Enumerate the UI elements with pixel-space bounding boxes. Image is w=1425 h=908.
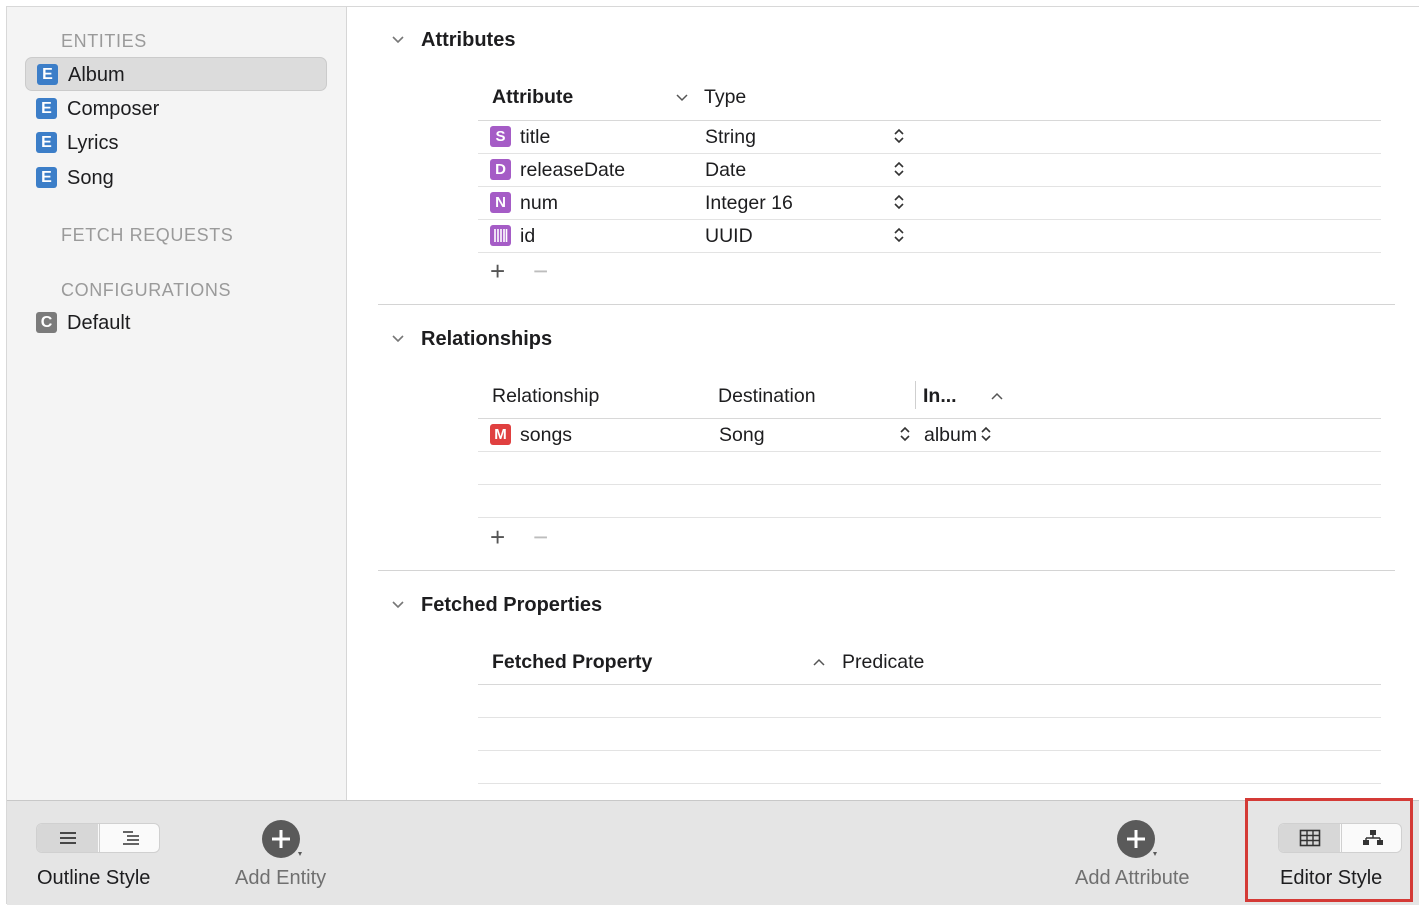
add-relationship-plus-button[interactable]: + — [490, 522, 505, 553]
add-entity-button[interactable] — [259, 819, 307, 861]
predicate-column-header[interactable]: Predicate — [842, 651, 924, 674]
attributes-section-title: Attributes — [421, 29, 516, 51]
add-attribute-button[interactable] — [1114, 819, 1162, 861]
relationship-destination[interactable]: Song — [719, 424, 765, 447]
sidebar-item-label: Composer — [67, 98, 160, 120]
chevron-down-icon[interactable] — [391, 598, 405, 612]
configurations-header: CONFIGURATIONS — [61, 280, 232, 300]
sidebar-item-song[interactable]: E Song — [25, 161, 327, 195]
attribute-type[interactable]: Date — [705, 159, 746, 182]
chevron-up-down-icon[interactable] — [893, 226, 905, 244]
attribute-type[interactable]: String — [705, 126, 756, 149]
table-row[interactable]: D releaseDate Date — [478, 154, 1381, 187]
relationship-name[interactable]: songs — [520, 424, 572, 447]
entity-badge-icon: E — [36, 167, 57, 188]
sidebar-item-label: Song — [67, 167, 114, 189]
indented-list-icon — [122, 831, 139, 845]
remove-relationship-minus-button[interactable]: − — [533, 522, 548, 553]
attribute-name[interactable]: id — [520, 225, 535, 248]
fetch-requests-header: FETCH REQUESTS — [61, 225, 234, 245]
sidebar-item-label: Lyrics — [67, 132, 119, 154]
add-entity-label: Add Entity — [235, 867, 327, 889]
chevron-up-down-icon[interactable] — [980, 425, 992, 443]
string-type-icon: S — [490, 126, 511, 147]
sidebar-item-label: Default — [67, 312, 131, 334]
attribute-type[interactable]: UUID — [705, 225, 753, 248]
entity-badge-icon: E — [36, 98, 57, 119]
relationship-inverse[interactable]: album — [924, 424, 976, 447]
bottom-toolbar: Outline Style Add Entity Add Attribute E… — [7, 800, 1419, 905]
attribute-type[interactable]: Integer 16 — [705, 192, 793, 215]
editor-style-highlight-box — [1245, 798, 1413, 902]
number-type-icon: N — [490, 192, 511, 213]
chevron-down-icon[interactable] — [391, 33, 405, 47]
table-row[interactable]: id UUID — [478, 220, 1381, 253]
table-row[interactable]: S title String — [478, 121, 1381, 154]
list-icon — [59, 832, 76, 844]
attribute-name[interactable]: num — [520, 192, 558, 215]
table-style-button[interactable] — [37, 824, 98, 852]
date-type-icon: D — [490, 159, 511, 180]
sort-ascending-icon — [991, 392, 1003, 400]
chevron-up-down-icon[interactable] — [893, 160, 905, 178]
remove-attribute-minus-button[interactable]: − — [533, 256, 548, 287]
inverse-column-header[interactable]: In... — [923, 385, 957, 408]
attribute-name[interactable]: title — [520, 126, 550, 149]
chevron-up-down-icon[interactable] — [899, 425, 911, 443]
chevron-up-down-icon[interactable] — [893, 127, 905, 145]
to-many-relationship-icon: M — [490, 424, 511, 445]
sidebar-item-lyrics[interactable]: E Lyrics — [25, 126, 327, 160]
destination-column-header[interactable]: Destination — [718, 385, 816, 408]
sidebar-item-composer[interactable]: E Composer — [25, 92, 327, 126]
barcode-icon — [490, 225, 511, 246]
add-attribute-label: Add Attribute — [1075, 867, 1190, 889]
sidebar-item-default[interactable]: C Default — [25, 306, 327, 340]
type-column-header[interactable]: Type — [704, 86, 746, 109]
hierarchy-style-button[interactable] — [99, 824, 159, 852]
relationships-section-title: Relationships — [421, 328, 553, 350]
attribute-name[interactable]: releaseDate — [520, 159, 625, 182]
sidebar-item-album[interactable]: E Album — [25, 57, 327, 91]
entity-editor: Attributes Attribute Type S title String… — [347, 7, 1419, 800]
sidebar-item-label: Album — [68, 64, 125, 86]
sidebar: ENTITIES E Album E Composer E Lyrics E S… — [7, 7, 347, 800]
sort-descending-icon — [676, 94, 688, 102]
chevron-down-icon[interactable] — [391, 332, 405, 346]
fetched-properties-section-title: Fetched Properties — [421, 594, 603, 616]
table-row[interactable]: N num Integer 16 — [478, 187, 1381, 220]
relationship-column-header[interactable]: Relationship — [492, 385, 599, 408]
table-row[interactable]: M songs Song album — [478, 419, 1381, 452]
sort-ascending-icon — [813, 658, 825, 666]
chevron-up-down-icon[interactable] — [893, 193, 905, 211]
entities-header: ENTITIES — [61, 31, 147, 51]
configuration-badge-icon: C — [36, 312, 57, 333]
fetched-property-column-header[interactable]: Fetched Property — [492, 651, 652, 674]
outline-style-segmented-control — [36, 823, 160, 853]
entity-badge-icon: E — [36, 132, 57, 153]
outline-style-label: Outline Style — [37, 867, 151, 889]
entity-badge-icon: E — [37, 64, 58, 85]
add-attribute-plus-button[interactable]: + — [490, 256, 505, 287]
attribute-column-header[interactable]: Attribute — [492, 86, 573, 109]
